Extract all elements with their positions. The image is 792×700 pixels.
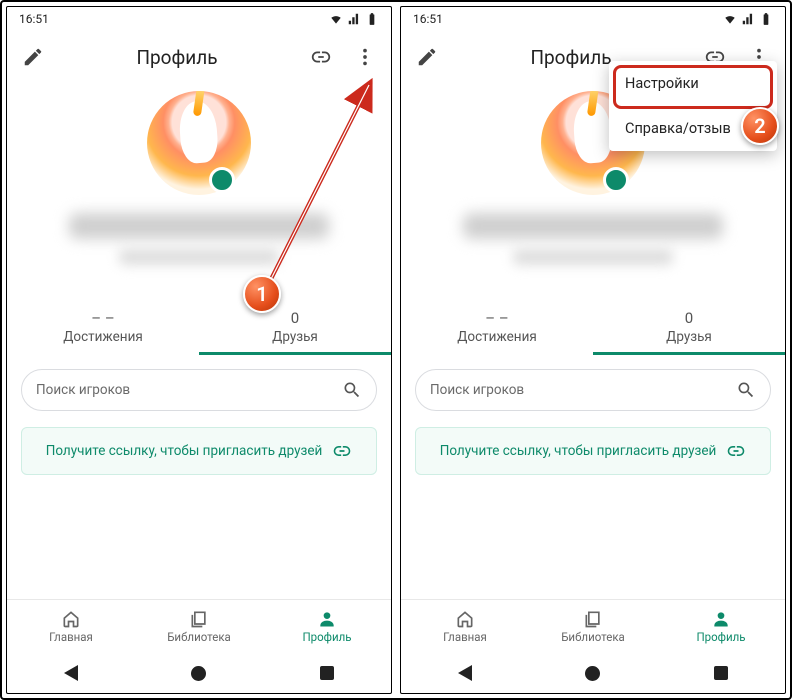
- home-icon: [61, 609, 81, 629]
- overflow-menu: Настройки Справка/отзыв: [609, 61, 777, 151]
- profile-tabs: – – Достижения 0 Друзья: [7, 303, 391, 355]
- search-icon: [342, 380, 362, 400]
- status-bar: 16:51: [401, 7, 785, 31]
- profile-tabs: – – Достижения 0 Друзья: [401, 303, 785, 355]
- link-icon: [332, 441, 352, 461]
- edit-button[interactable]: [405, 35, 449, 79]
- sys-home[interactable]: [191, 666, 206, 681]
- nav-home[interactable]: Главная: [7, 600, 135, 653]
- achievements-value: – –: [7, 309, 199, 327]
- menu-settings[interactable]: Настройки: [609, 61, 777, 106]
- nav-library-label: Библиотека: [167, 630, 231, 644]
- profile-content: – – Достижения 0 Друзья Поиск игроков По…: [401, 83, 785, 599]
- nav-profile[interactable]: Профиль: [263, 600, 391, 653]
- profile-content: – – Достижения 0 Друзья Поиск игроков По…: [7, 83, 391, 599]
- nav-library[interactable]: Библиотека: [529, 600, 657, 653]
- sys-back[interactable]: [458, 665, 472, 681]
- page-title: Профиль: [55, 46, 299, 69]
- menu-help[interactable]: Справка/отзыв: [609, 106, 777, 151]
- nav-home-label: Главная: [443, 630, 487, 644]
- friends-value: 0: [199, 309, 391, 327]
- more-button[interactable]: [343, 35, 387, 79]
- signal-icon: [347, 12, 361, 26]
- achievements-label: Достижения: [7, 329, 199, 345]
- sys-back[interactable]: [64, 665, 78, 681]
- subtitle-blurred: [119, 249, 279, 265]
- invite-friends-button[interactable]: Получите ссылку, чтобы пригласить друзей: [415, 427, 771, 475]
- bottom-nav: Главная Библиотека Профиль: [401, 599, 785, 653]
- tab-friends[interactable]: 0 Друзья: [593, 303, 785, 355]
- nav-library-label: Библиотека: [561, 630, 625, 644]
- presence-indicator: [603, 167, 629, 193]
- system-nav: [7, 653, 391, 693]
- wifi-icon: [329, 12, 343, 26]
- nav-library[interactable]: Библиотека: [135, 600, 263, 653]
- search-placeholder: Поиск игроков: [36, 382, 342, 398]
- phone-screen-1: 16:51 Профиль: [6, 6, 392, 694]
- username-blurred: [69, 213, 329, 239]
- invite-text: Получите ссылку, чтобы пригласить друзей: [46, 443, 323, 459]
- system-nav: [401, 653, 785, 693]
- search-icon: [736, 380, 756, 400]
- home-icon: [455, 609, 475, 629]
- status-time: 16:51: [413, 12, 443, 26]
- battery-icon: [365, 12, 379, 26]
- library-icon: [583, 609, 603, 629]
- link-icon: [726, 441, 746, 461]
- tab-achievements[interactable]: – – Достижения: [401, 303, 593, 355]
- sys-recent[interactable]: [714, 666, 728, 680]
- nav-profile-label: Профиль: [696, 630, 745, 644]
- wifi-icon: [723, 12, 737, 26]
- battery-icon: [759, 12, 773, 26]
- library-icon: [189, 609, 209, 629]
- tab-friends[interactable]: 0 Друзья: [199, 303, 391, 355]
- edit-button[interactable]: [11, 35, 55, 79]
- signal-icon: [741, 12, 755, 26]
- subtitle-blurred: [513, 249, 673, 265]
- app-bar: Профиль: [7, 31, 391, 83]
- nav-home[interactable]: Главная: [401, 600, 529, 653]
- achievements-value: – –: [401, 309, 593, 327]
- avatar[interactable]: [147, 91, 251, 195]
- invite-friends-button[interactable]: Получите ссылку, чтобы пригласить друзей: [21, 427, 377, 475]
- sys-home[interactable]: [585, 666, 600, 681]
- profile-icon: [711, 609, 731, 629]
- phone-screen-2: 16:51 Профиль Настрой: [400, 6, 786, 694]
- status-bar: 16:51: [7, 7, 391, 31]
- friends-label: Друзья: [593, 329, 785, 345]
- nav-profile[interactable]: Профиль: [657, 600, 785, 653]
- invite-text: Получите ссылку, чтобы пригласить друзей: [440, 443, 717, 459]
- friends-value: 0: [593, 309, 785, 327]
- sys-recent[interactable]: [320, 666, 334, 680]
- search-placeholder: Поиск игроков: [430, 382, 736, 398]
- friends-label: Друзья: [199, 329, 391, 345]
- bottom-nav: Главная Библиотека Профиль: [7, 599, 391, 653]
- tab-achievements[interactable]: – – Достижения: [7, 303, 199, 355]
- nav-profile-label: Профиль: [302, 630, 351, 644]
- nav-home-label: Главная: [49, 630, 93, 644]
- username-blurred: [463, 213, 723, 239]
- achievements-label: Достижения: [401, 329, 593, 345]
- link-button[interactable]: [299, 35, 343, 79]
- search-input[interactable]: Поиск игроков: [415, 369, 771, 411]
- status-time: 16:51: [19, 12, 49, 26]
- search-input[interactable]: Поиск игроков: [21, 369, 377, 411]
- presence-indicator: [209, 167, 235, 193]
- profile-icon: [317, 609, 337, 629]
